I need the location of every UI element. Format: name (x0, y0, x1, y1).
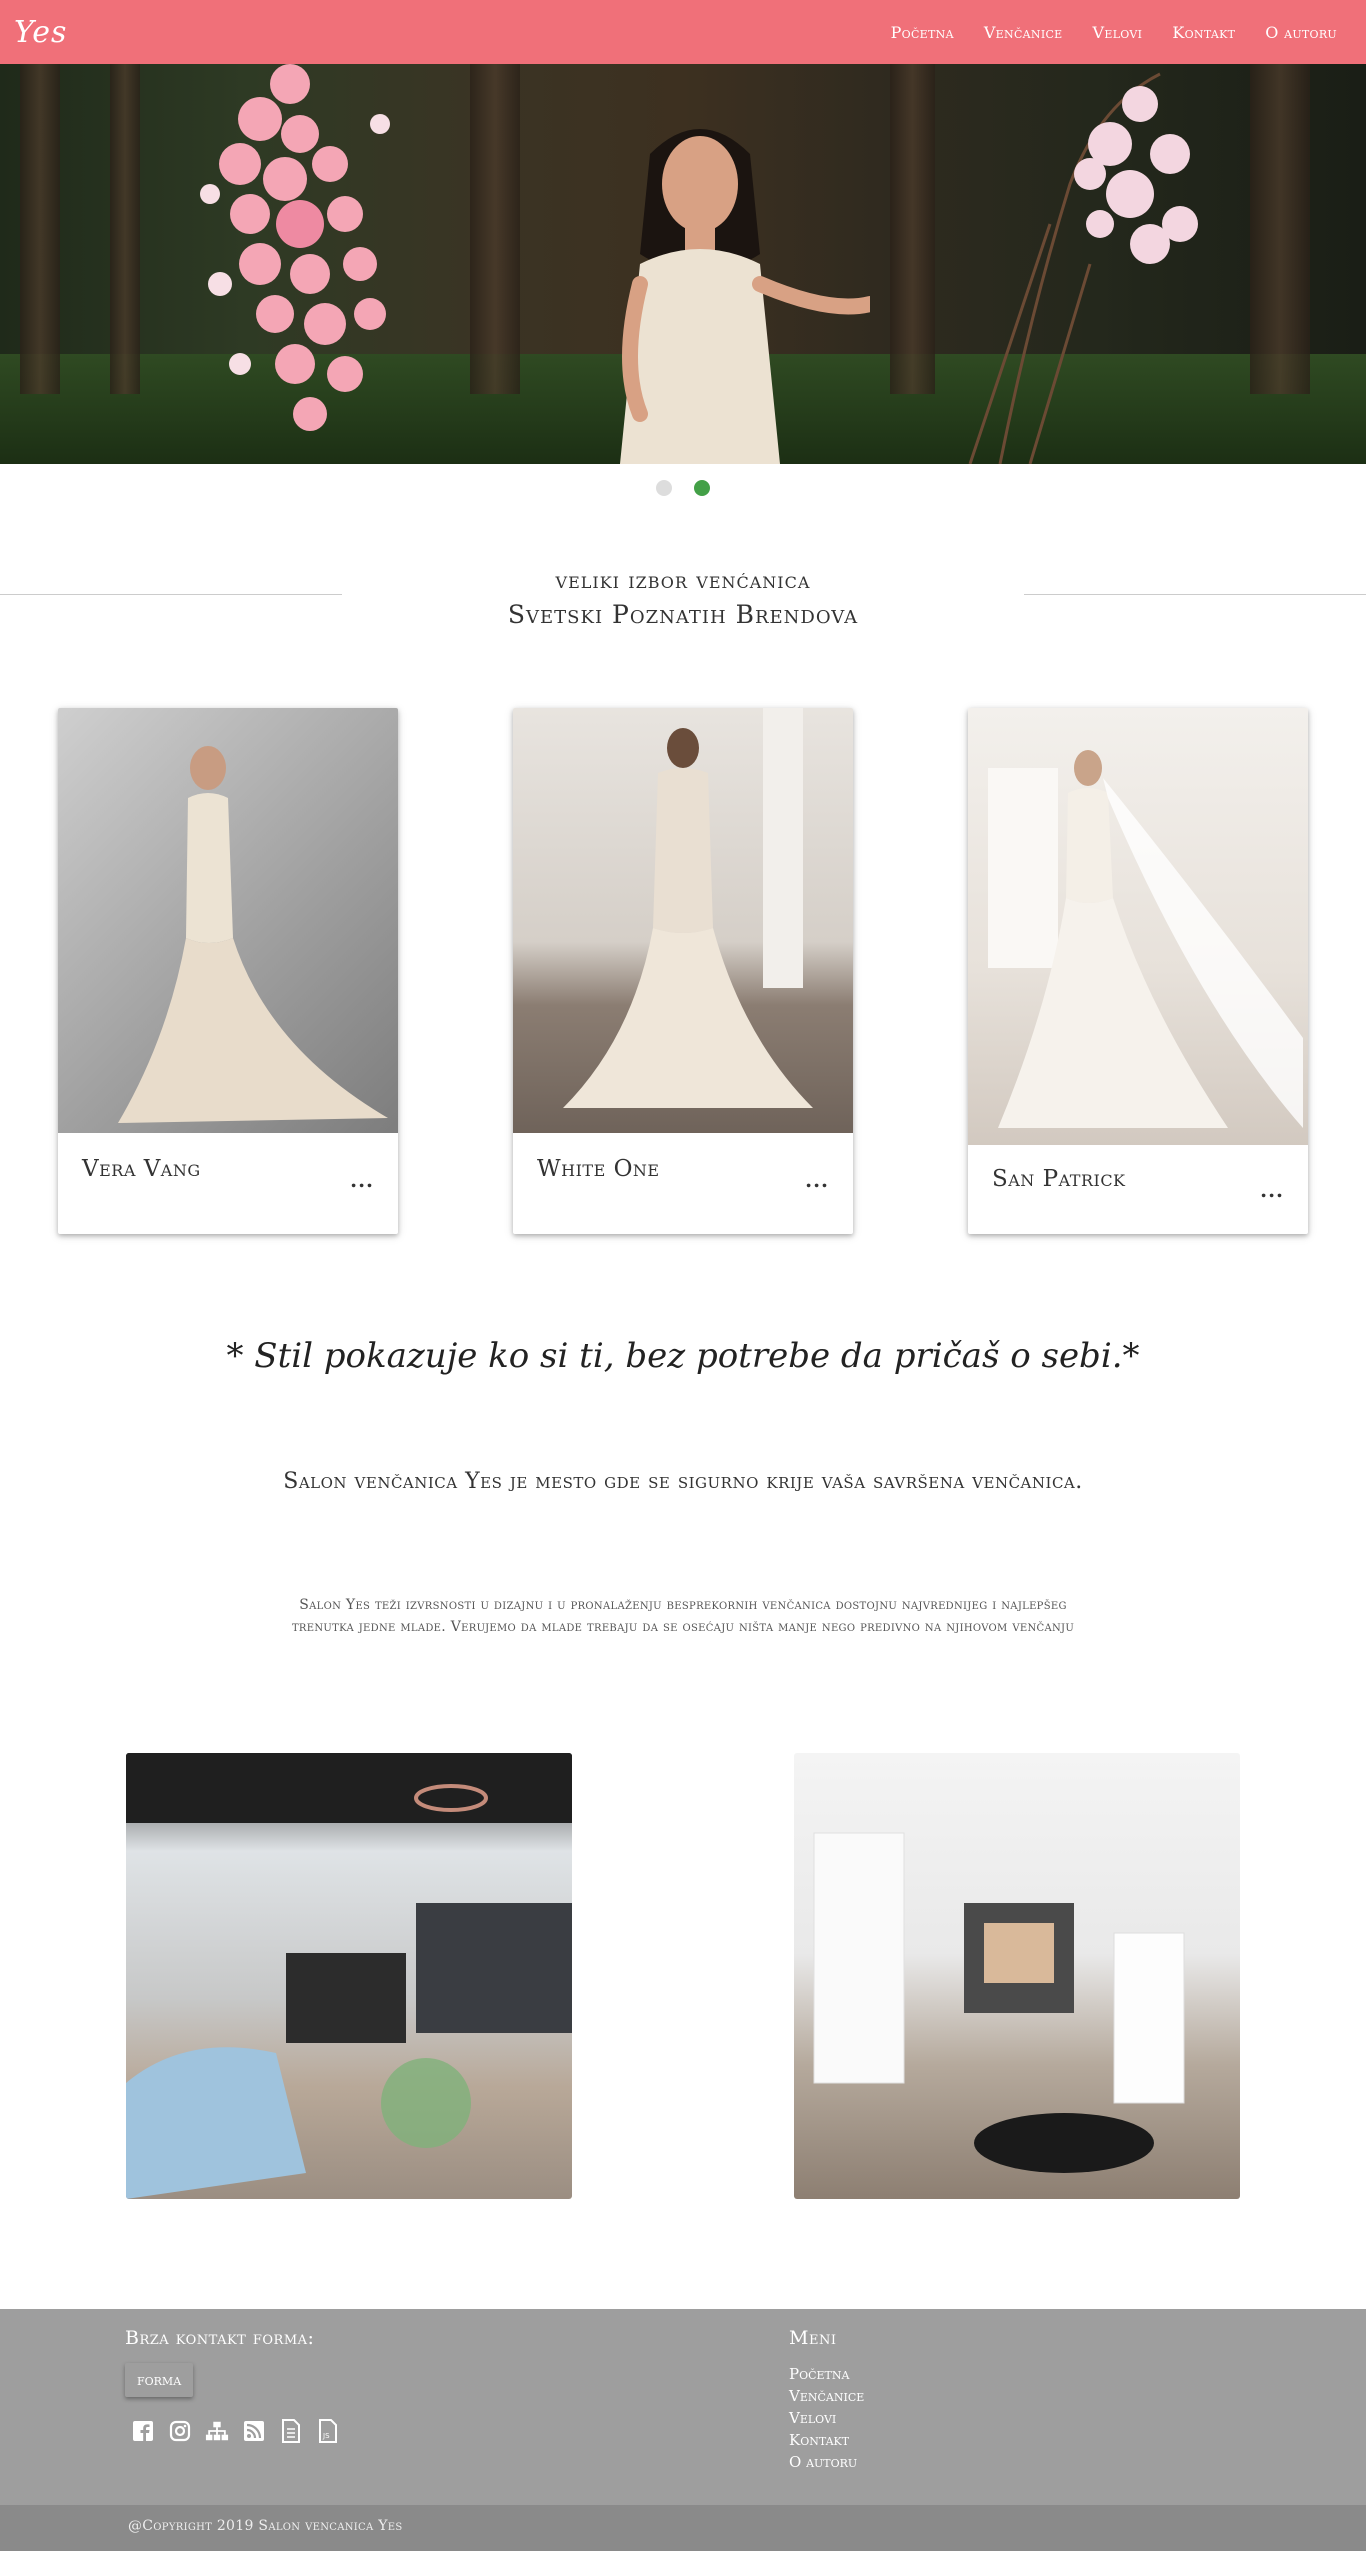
salon-interior-image-2 (794, 1753, 1240, 2199)
hero-blossom-arch (968, 72, 1198, 464)
footer-link-vencanice[interactable]: Venčanice (789, 2385, 864, 2407)
dress-card[interactable]: Vera Vang ... (58, 708, 398, 1234)
footer-menu-title: Meni (789, 2327, 837, 2349)
nav-link-velovi[interactable]: Velovi (1078, 23, 1158, 42)
salon-description: Salon Yes teži izvrsnosti u dizajnu i u … (291, 1597, 1075, 1635)
card-title: White One (537, 1156, 660, 1182)
svg-text:JS: JS (322, 2432, 330, 2440)
main-nav: Početna Venčanice Velovi Kontakt O autor… (876, 23, 1352, 42)
brand-logo[interactable]: Yes (14, 15, 67, 50)
footer-link-velovi[interactable]: Velovi (789, 2407, 864, 2429)
footer-menu-list: Početna Venčanice Velovi Kontakt O autor… (789, 2363, 864, 2473)
rss-icon[interactable] (242, 2419, 266, 2443)
nav-link-kontakt[interactable]: Kontakt (1157, 23, 1250, 42)
nav-link-o-autoru[interactable]: O autoru (1250, 23, 1352, 42)
style-quote: * Stil pokazuje ko si ti, bez potrebe da… (226, 1336, 1140, 1376)
dress-image (968, 708, 1308, 1145)
card-more-button[interactable]: ... (805, 1168, 829, 1192)
hero-bride (620, 129, 870, 464)
document-icon[interactable] (279, 2419, 303, 2443)
hero-tree (110, 64, 140, 394)
sitemap-icon[interactable] (205, 2419, 229, 2443)
heading-line-2: Svetski Poznatih Brendova (507, 600, 859, 629)
navbar: Yes Početna Venčanice Velovi Kontakt O a… (0, 0, 1366, 64)
hero-tree (890, 64, 935, 394)
carousel-dot-1[interactable] (656, 480, 672, 496)
facebook-icon[interactable] (131, 2419, 155, 2443)
footer-menu: Meni Početna Venčanice Velovi Kontakt O … (789, 2327, 864, 2473)
dress-image (58, 708, 398, 1133)
footer-contact: Brza kontakt forma: forma JS (125, 2327, 340, 2443)
salon-lead-text: Salon venčanica Yes je mesto gde se sigu… (283, 1469, 1083, 1494)
copyright-text: @Copyright 2019 Salon vencanica Yes (128, 2518, 403, 2534)
footer-link-kontakt[interactable]: Kontakt (789, 2429, 864, 2451)
heading-divider (0, 594, 342, 595)
js-icon[interactable]: JS (316, 2419, 340, 2443)
hero-tree (1250, 64, 1310, 394)
heading-divider (1024, 594, 1366, 595)
copyright-bar: @Copyright 2019 Salon vencanica Yes (0, 2505, 1366, 2551)
card-title: Vera Vang (82, 1156, 201, 1182)
carousel-indicators (0, 480, 1366, 496)
card-more-button[interactable]: ... (350, 1168, 374, 1192)
carousel-dot-2[interactable] (694, 480, 710, 496)
contact-form-button[interactable]: forma (125, 2363, 194, 2397)
salon-interior-image-1 (126, 1753, 572, 2199)
card-more-button[interactable]: ... (1260, 1178, 1284, 1202)
dress-card[interactable]: White One ... (513, 708, 853, 1234)
dress-image (513, 708, 853, 1133)
hero-tree (20, 64, 60, 394)
dress-card[interactable]: San Patrick ... (968, 708, 1308, 1234)
nav-link-pocetna[interactable]: Početna (876, 23, 969, 42)
footer-link-o-autoru[interactable]: O autoru (789, 2451, 864, 2473)
footer: Brza kontakt forma: forma JS Meni Početn… (0, 2309, 1366, 2505)
card-title: San Patrick (992, 1166, 1126, 1192)
hero-rose-arch (200, 64, 390, 431)
footer-link-pocetna[interactable]: Početna (789, 2363, 864, 2385)
nav-link-vencanice[interactable]: Venčanice (969, 23, 1078, 42)
hero-tree (470, 64, 520, 394)
brands-heading: veliki izbor venćanica Svetski Poznatih … (0, 568, 1366, 629)
hero-carousel-image (0, 64, 1366, 464)
instagram-icon[interactable] (168, 2419, 192, 2443)
heading-line-1: veliki izbor venćanica (555, 568, 811, 594)
social-icons: JS (131, 2419, 340, 2443)
footer-contact-title: Brza kontakt forma: (125, 2327, 315, 2349)
